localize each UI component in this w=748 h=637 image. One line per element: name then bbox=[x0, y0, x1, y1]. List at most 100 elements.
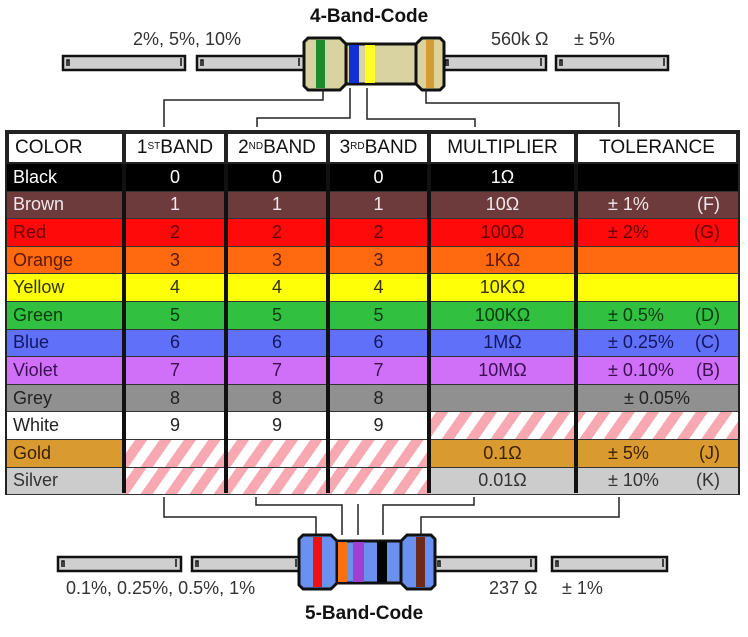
band-2-cell: 8 bbox=[226, 384, 328, 413]
top-lead-right-1 bbox=[440, 54, 548, 72]
tolerance-value: ± 5% bbox=[608, 442, 649, 463]
band-3-cell: 5 bbox=[328, 302, 429, 330]
table-row-black: Black 0 0 0 1Ω bbox=[7, 164, 738, 192]
header-band-2-number: 2 bbox=[238, 137, 249, 158]
band-2-cell: 0 bbox=[226, 164, 328, 192]
multiplier-value: 0.01Ω bbox=[478, 470, 527, 491]
tolerance-cell: ± 0.25% (C) bbox=[576, 329, 738, 358]
tolerance-letter-code: (G) bbox=[694, 221, 720, 242]
header-color-label: COLOR bbox=[15, 137, 83, 158]
tolerance-letter-code: (F) bbox=[697, 194, 720, 215]
band-2-cell: 2 bbox=[226, 219, 328, 247]
band-1-cell: 8 bbox=[124, 384, 226, 413]
tolerance-letter-code: (D) bbox=[695, 304, 720, 325]
top-lead-right-2 bbox=[554, 54, 670, 72]
band-digit: 2 bbox=[169, 221, 180, 242]
multiplier-cell: 100KΩ bbox=[429, 302, 576, 330]
multiplier-cell: 10Ω bbox=[429, 191, 576, 220]
band-2-cell: 6 bbox=[226, 329, 328, 358]
not-applicable-cell bbox=[226, 467, 328, 496]
band-3-cell: 7 bbox=[328, 357, 429, 385]
multiplier-cell: 10MΩ bbox=[429, 357, 576, 385]
multiplier-cell: 1MΩ bbox=[429, 329, 576, 358]
color-name-cell: Yellow bbox=[7, 274, 124, 302]
tolerance-value: ± 0.05% bbox=[624, 387, 690, 408]
tolerance-wrapper: ± 1% (F) bbox=[576, 194, 738, 215]
band-3-cell: 4 bbox=[328, 274, 429, 302]
tolerance-cell bbox=[576, 246, 738, 275]
color-name: Blue bbox=[13, 332, 50, 353]
band-1-cell: 2 bbox=[124, 219, 226, 247]
header-multiplier: MULTIPLIER bbox=[429, 132, 576, 164]
band-digit: 8 bbox=[373, 387, 384, 408]
band-digit: 3 bbox=[169, 249, 180, 270]
band-3-violet bbox=[353, 542, 364, 582]
color-code-table: COLOR 1 ST BAND 2 ND BAND 3 RD BAND MULTIPLIER T… bbox=[5, 130, 740, 496]
not-applicable-cell bbox=[328, 440, 429, 468]
multiplier-cell: 10KΩ bbox=[429, 274, 576, 302]
tolerance-wrapper: ± 0.25% (C) bbox=[576, 332, 738, 353]
tolerance-value: ± 1% bbox=[608, 194, 649, 215]
multiplier-value: 1Ω bbox=[490, 166, 515, 187]
color-name-cell: Gold bbox=[7, 440, 124, 468]
band-digit: 5 bbox=[169, 304, 180, 325]
header-band-2-ordinal: ND bbox=[248, 140, 264, 152]
multiplier-cell: 100Ω bbox=[429, 219, 576, 247]
band-digit: 2 bbox=[373, 221, 384, 242]
header-band-3-number: 3 bbox=[339, 137, 351, 158]
tolerance-wrapper: ± 2% (G) bbox=[576, 222, 738, 243]
color-name: Gold bbox=[13, 442, 52, 463]
color-name: Yellow bbox=[13, 277, 65, 298]
band-digit: 1 bbox=[373, 194, 384, 215]
band-digit: 7 bbox=[373, 359, 384, 380]
band-2-cell: 5 bbox=[226, 302, 328, 330]
band-digit: 4 bbox=[169, 277, 180, 298]
table-row-silver: Silver 0.01Ω ± 10% (K) bbox=[7, 467, 738, 496]
band-2-orange bbox=[338, 542, 347, 582]
band-3-cell: 8 bbox=[328, 384, 429, 413]
header-multiplier-label: MULTIPLIER bbox=[447, 137, 558, 158]
band-3-cell: 0 bbox=[328, 164, 429, 192]
tolerance-wrapper: ± 0.5% (D) bbox=[576, 305, 738, 326]
band-2-cell: 4 bbox=[226, 274, 328, 302]
color-name-cell: Red bbox=[7, 219, 124, 247]
table-row-orange: Orange 3 3 3 1KΩ bbox=[7, 246, 738, 275]
tolerance-cell: ± 2% (G) bbox=[576, 219, 738, 247]
column-divider bbox=[574, 164, 578, 493]
tolerance-wrapper: ± 10% (K) bbox=[576, 470, 738, 491]
band-digit: 3 bbox=[373, 249, 384, 270]
not-applicable-cell bbox=[124, 440, 226, 468]
color-name: Silver bbox=[13, 470, 59, 491]
band-digit: 8 bbox=[271, 387, 282, 408]
band-1-cell: 4 bbox=[124, 274, 226, 302]
band-digit: 5 bbox=[373, 304, 384, 325]
band-3-cell: 2 bbox=[328, 219, 429, 247]
multiplier-cell: 0.1Ω bbox=[429, 440, 576, 468]
top-connector-lines bbox=[163, 88, 620, 127]
tolerance-value: ± 0.25% bbox=[608, 332, 674, 353]
band-digit: 0 bbox=[373, 166, 384, 187]
band-4-gold bbox=[426, 40, 434, 88]
table-row-violet: Violet 7 7 7 10MΩ ± 0.10% (B) bbox=[7, 357, 738, 385]
multiplier-cell bbox=[429, 384, 576, 413]
top-lead-left-2 bbox=[195, 54, 309, 72]
not-applicable-cell bbox=[226, 440, 328, 468]
color-name-cell: Silver bbox=[7, 467, 124, 496]
bottom-lead-right-2 bbox=[550, 555, 669, 573]
band-digit: 1 bbox=[169, 194, 180, 215]
column-divider bbox=[326, 164, 330, 493]
header-tolerance: TOLERANCE bbox=[576, 132, 738, 164]
color-name: Grey bbox=[13, 387, 53, 408]
header-band-1-number: 1 bbox=[136, 137, 148, 158]
tolerance-value: ± 2% bbox=[608, 221, 649, 242]
band-digit: 2 bbox=[271, 221, 282, 242]
tolerance-letter-code: (B) bbox=[696, 359, 720, 380]
tolerance-letter-code: (K) bbox=[696, 470, 720, 491]
not-applicable-cell bbox=[328, 467, 429, 496]
multiplier-value: 10MΩ bbox=[478, 359, 527, 380]
band-1-cell: 9 bbox=[124, 412, 226, 440]
tolerance-value: ± 10% bbox=[608, 470, 659, 491]
header-color: COLOR bbox=[7, 132, 124, 164]
top-lead-left-1 bbox=[61, 54, 187, 72]
tolerance-value: ± 0.10% bbox=[608, 359, 674, 380]
